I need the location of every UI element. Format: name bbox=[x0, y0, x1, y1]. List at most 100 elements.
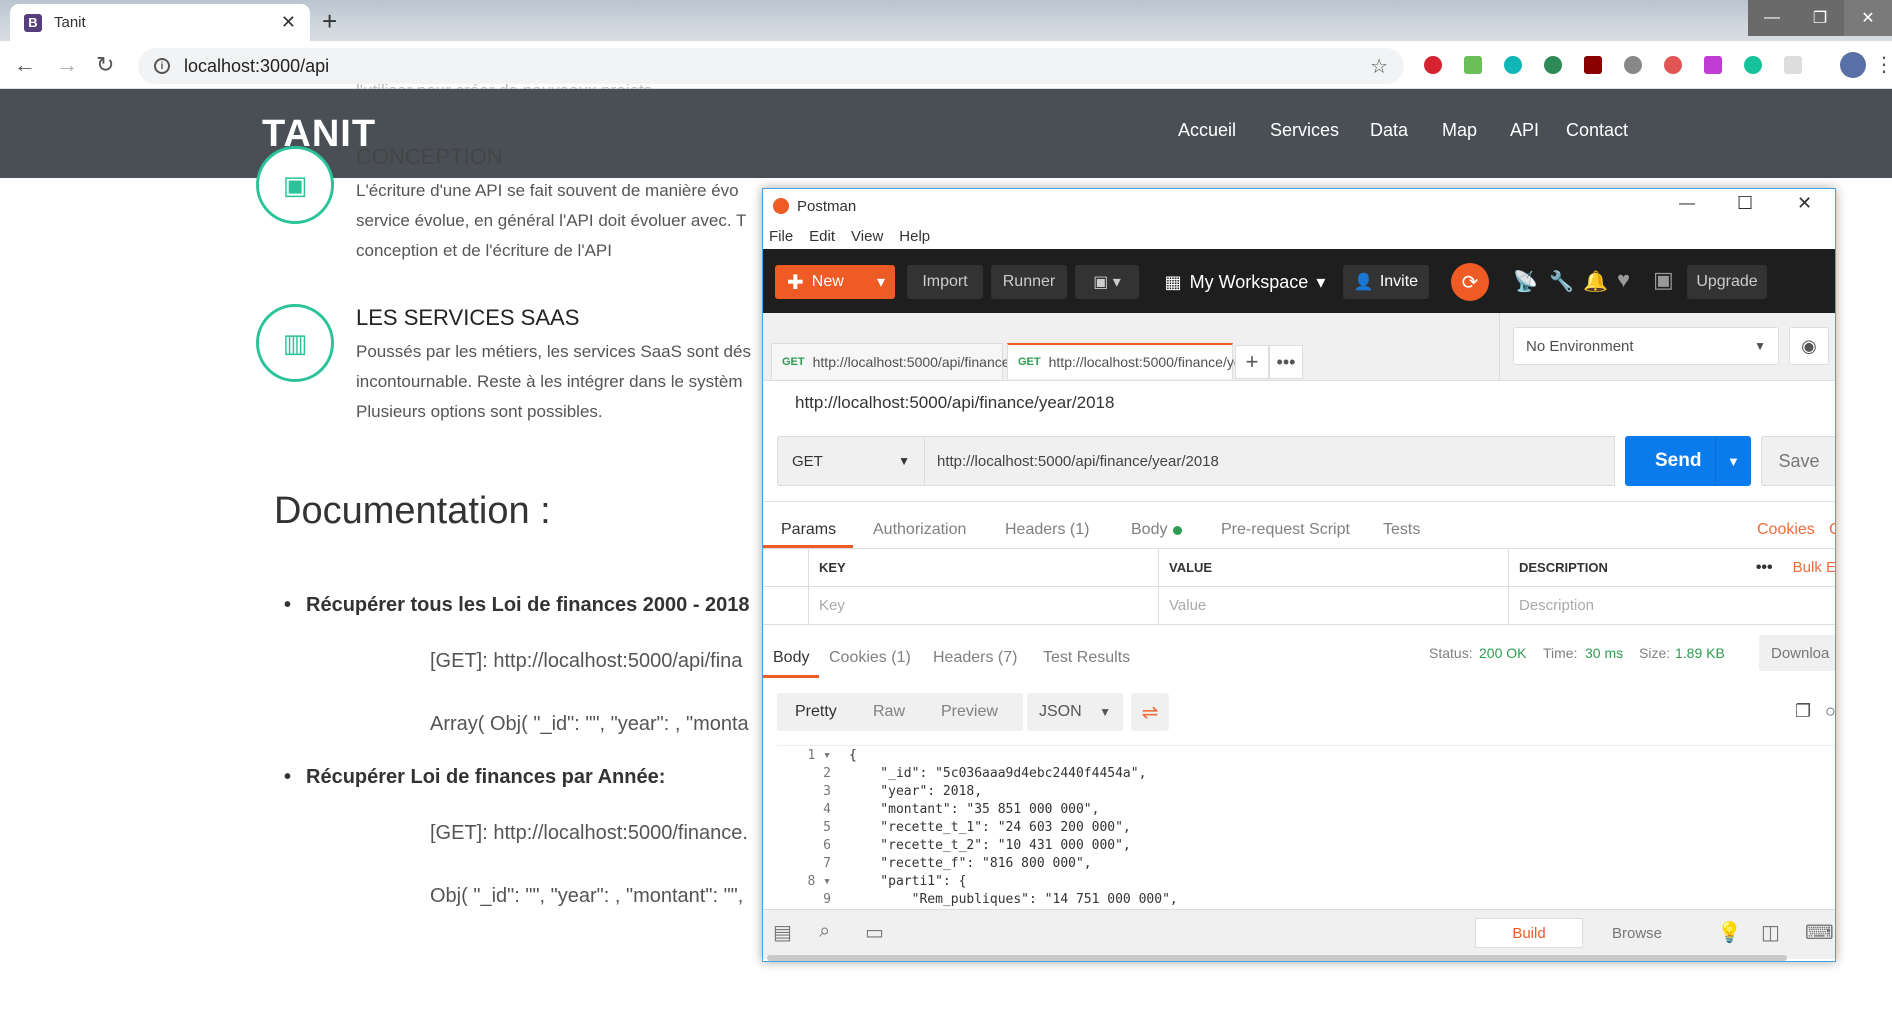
response-tab-body[interactable]: Body bbox=[773, 649, 809, 667]
upgrade-button[interactable]: Upgrade bbox=[1687, 265, 1767, 299]
maximize-icon[interactable]: ☐ bbox=[1737, 193, 1753, 214]
more-icon[interactable]: ••• bbox=[1756, 559, 1773, 577]
tab-pre-request-script[interactable]: Pre-request Script bbox=[1221, 521, 1350, 539]
format-select[interactable]: JSON ▼ bbox=[1027, 693, 1123, 731]
close-icon[interactable]: ✕ bbox=[1797, 193, 1812, 214]
close-window-icon[interactable]: ✕ bbox=[1844, 0, 1892, 36]
ublock-extension-icon[interactable] bbox=[1584, 56, 1602, 74]
code-line: "recette_t_2": "10 431 000 000", bbox=[849, 838, 1131, 853]
eye-extension-icon[interactable] bbox=[1624, 56, 1642, 74]
minimize-window-icon[interactable]: — bbox=[1748, 0, 1796, 36]
two-pane-icon[interactable]: ◫ bbox=[1761, 920, 1780, 945]
key-input[interactable]: Key bbox=[809, 587, 1159, 625]
extension-icon[interactable] bbox=[1784, 56, 1802, 74]
browser-tab[interactable]: B Tanit ✕ bbox=[10, 4, 310, 41]
console-icon[interactable]: ▭ bbox=[865, 920, 884, 945]
response-code-editor[interactable]: 1 ▾ 2 3 4 5 6 7 8 ▾ 9 { "_id": "5c036aaa… bbox=[777, 745, 1835, 911]
sidebar-toggle-icon[interactable]: ▤ bbox=[773, 920, 792, 945]
new-tab-icon[interactable]: + bbox=[322, 6, 337, 37]
nav-map[interactable]: Map bbox=[1442, 120, 1477, 141]
wrap-lines-icon[interactable]: ⇌ bbox=[1131, 693, 1169, 731]
description-input[interactable]: Description bbox=[1509, 587, 1835, 625]
new-window-button[interactable]: ▣ ▾ bbox=[1075, 265, 1139, 299]
runner-button[interactable]: Runner bbox=[991, 265, 1067, 299]
menu-edit[interactable]: Edit bbox=[809, 228, 835, 245]
capture-icon[interactable]: ▣ bbox=[1653, 267, 1674, 293]
search-icon[interactable]: ○ bbox=[1825, 701, 1835, 722]
new-button[interactable]: ✚ New ▾ bbox=[775, 265, 895, 299]
horizontal-scrollbar[interactable] bbox=[767, 955, 1787, 961]
copy-icon[interactable]: ❐ bbox=[1795, 701, 1811, 722]
value-input[interactable]: Value bbox=[1159, 587, 1509, 625]
sync-icon[interactable]: ⟳ bbox=[1451, 263, 1489, 301]
body-status-dot bbox=[1173, 526, 1182, 535]
nav-api[interactable]: API bbox=[1510, 120, 1539, 141]
profile-avatar[interactable] bbox=[1840, 52, 1866, 78]
chevron-down-icon[interactable]: ▼ bbox=[1727, 454, 1740, 469]
wrench-icon[interactable]: 🔧 bbox=[1549, 269, 1574, 294]
bulk-edit-link[interactable]: Bulk E bbox=[1793, 559, 1835, 576]
extension-icon[interactable] bbox=[1704, 56, 1722, 74]
environment-select[interactable]: No Environment ▼ bbox=[1513, 327, 1779, 365]
workspace-switcher[interactable]: ▦ My Workspace ▾ bbox=[1159, 265, 1331, 299]
request-tab[interactable]: GET http://localhost:5000/api/finance bbox=[771, 343, 1010, 379]
browse-button[interactable]: Browse bbox=[1583, 918, 1691, 948]
keyboard-icon[interactable]: ⌨ bbox=[1805, 920, 1834, 945]
eye-icon[interactable]: ◉ bbox=[1789, 327, 1829, 365]
menu-view[interactable]: View bbox=[851, 228, 883, 245]
tab-tests[interactable]: Tests bbox=[1383, 521, 1420, 539]
bell-icon[interactable]: 🔔 bbox=[1583, 269, 1608, 294]
maximize-window-icon[interactable]: ❐ bbox=[1796, 0, 1844, 36]
response-tab-cookies[interactable]: Cookies (1) bbox=[829, 649, 911, 667]
add-tab-icon[interactable]: + bbox=[1235, 345, 1269, 379]
build-button[interactable]: Build bbox=[1475, 918, 1583, 948]
heart-icon[interactable]: ♥ bbox=[1617, 267, 1630, 293]
address-bar[interactable]: i localhost:3000/api ☆ bbox=[138, 48, 1404, 84]
save-button[interactable]: Save bbox=[1761, 436, 1835, 486]
raw-button[interactable]: Raw bbox=[873, 703, 905, 721]
bookmark-star-icon[interactable]: ☆ bbox=[1370, 54, 1388, 79]
info-icon[interactable]: i bbox=[154, 58, 170, 74]
nav-services[interactable]: Services bbox=[1270, 120, 1339, 141]
download-button[interactable]: Downloa bbox=[1759, 635, 1835, 671]
size-value: 1.89 KB bbox=[1675, 645, 1725, 661]
nav-contact[interactable]: Contact bbox=[1566, 120, 1628, 141]
shield-extension-icon[interactable] bbox=[1664, 56, 1682, 74]
invite-button[interactable]: 👤 Invite bbox=[1343, 265, 1429, 299]
tab-authorization[interactable]: Authorization bbox=[873, 521, 966, 539]
nav-data[interactable]: Data bbox=[1370, 120, 1408, 141]
method-select[interactable]: GET ▼ bbox=[777, 436, 925, 486]
more-icon[interactable]: ••• bbox=[1269, 345, 1303, 379]
browser-menu-icon[interactable]: ⋮ bbox=[1874, 52, 1892, 77]
menu-help[interactable]: Help bbox=[899, 228, 930, 245]
cookies-link[interactable]: Cookies bbox=[1757, 521, 1815, 539]
import-button[interactable]: Import bbox=[907, 265, 983, 299]
forward-icon[interactable]: → bbox=[56, 52, 78, 78]
url-input[interactable]: http://localhost:5000/api/finance/year/2… bbox=[925, 436, 1615, 486]
globe-extension-icon[interactable] bbox=[1544, 56, 1562, 74]
send-button[interactable]: Send ▼ bbox=[1625, 436, 1751, 486]
preview-button[interactable]: Preview bbox=[941, 703, 998, 721]
minimize-icon[interactable]: — bbox=[1679, 195, 1695, 213]
response-tab-headers[interactable]: Headers (7) bbox=[933, 649, 1017, 667]
search-icon[interactable]: ⌕ bbox=[819, 920, 830, 943]
satellite-icon[interactable]: 📡 bbox=[1513, 269, 1538, 294]
reload-icon[interactable]: ↻ bbox=[96, 52, 114, 78]
extension-icon[interactable] bbox=[1464, 56, 1482, 74]
tab-params[interactable]: Params bbox=[781, 521, 836, 539]
nav-accueil[interactable]: Accueil bbox=[1178, 120, 1236, 141]
adblock-extension-icon[interactable] bbox=[1424, 56, 1442, 74]
pretty-button[interactable]: Pretty bbox=[795, 703, 837, 721]
grammarly-extension-icon[interactable] bbox=[1744, 56, 1762, 74]
extension-icon[interactable] bbox=[1504, 56, 1522, 74]
tab-body[interactable]: Body bbox=[1131, 521, 1167, 539]
code-link[interactable]: C bbox=[1829, 521, 1835, 539]
close-tab-icon[interactable]: ✕ bbox=[281, 12, 296, 33]
lightbulb-icon[interactable]: 💡 bbox=[1717, 920, 1742, 945]
request-tab-active[interactable]: GET http://localhost:5000/finance/yea bbox=[1007, 343, 1249, 379]
doc-item-title: Récupérer Loi de finances par Année: bbox=[284, 766, 665, 789]
back-icon[interactable]: ← bbox=[14, 52, 36, 78]
response-tab-test-results[interactable]: Test Results bbox=[1043, 649, 1130, 667]
menu-file[interactable]: File bbox=[769, 228, 793, 245]
tab-headers[interactable]: Headers (1) bbox=[1005, 521, 1089, 539]
